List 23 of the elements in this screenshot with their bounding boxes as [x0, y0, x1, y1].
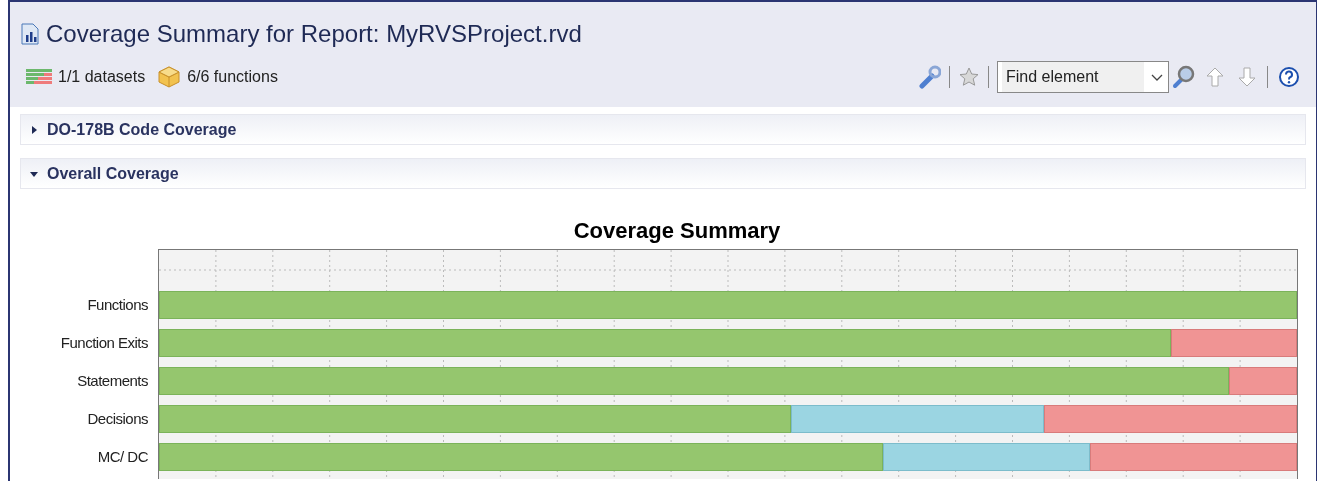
category-label: MC/ DC [97, 446, 148, 467]
up-arrow-icon[interactable] [1205, 66, 1225, 88]
help-icon[interactable] [1278, 66, 1300, 88]
report-chart-icon [20, 23, 40, 45]
package-icon [157, 66, 182, 88]
datasets-count: 1/1 datasets [58, 67, 146, 87]
collapsed-triangle-icon[interactable] [29, 124, 39, 135]
search-icon[interactable] [1171, 64, 1197, 90]
category-label: Function Exits [60, 332, 148, 353]
star-icon[interactable] [958, 66, 980, 88]
category-label: Decisions [87, 408, 148, 429]
section-header[interactable]: DO-178B Code Coverage [20, 114, 1306, 145]
category-label: Statements [77, 370, 148, 391]
datasets-icon [26, 68, 52, 86]
find-element-combo[interactable]: Find element [997, 61, 1169, 93]
category-label: Functions [87, 294, 148, 315]
dropdown-caret-icon[interactable] [1150, 72, 1164, 82]
section-header[interactable]: Overall Coverage [20, 158, 1306, 189]
uncovered-segment [1228, 367, 1297, 395]
report-title: Coverage Summary for Report: MyRVSProject.rvd [46, 19, 582, 49]
functions-count: 6/6 functions [187, 67, 278, 87]
down-arrow-icon[interactable] [1237, 66, 1257, 88]
chart-title: Coverage Summary [573, 217, 781, 245]
